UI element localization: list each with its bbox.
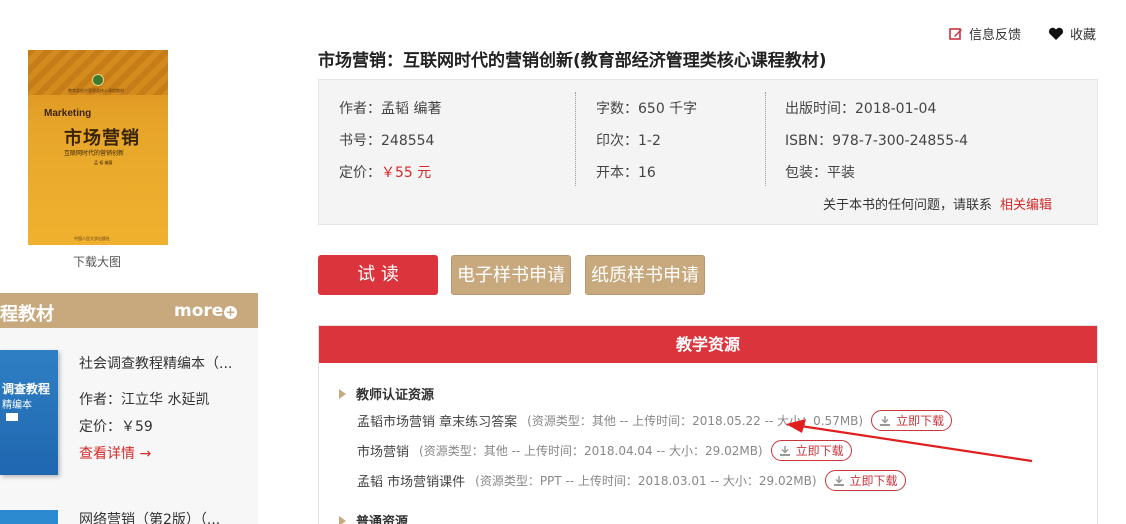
price-value: ￥55 元 bbox=[381, 165, 432, 181]
sidebar-cover-subtext: 精编本 bbox=[2, 400, 32, 411]
sidebar-book-title[interactable]: 社会调查教程精编本（... bbox=[79, 353, 232, 373]
download-label: 立即下载 bbox=[849, 474, 898, 488]
resource-name: 孟韬 市场营销课件 bbox=[357, 475, 466, 490]
more-link[interactable]: more bbox=[174, 301, 223, 321]
ebook-request-button[interactable]: 电子样书申请 bbox=[451, 255, 571, 295]
resource-item: 孟韬 市场营销课件 (资源类型：PPT -- 上传时间：2018.03.01 -… bbox=[357, 470, 906, 491]
download-icon bbox=[833, 475, 844, 486]
cover-subtitle: 互联网时代的营销创新 bbox=[64, 150, 125, 157]
section-label: 教师认证资源 bbox=[356, 388, 435, 403]
sidebar-book-cover[interactable]: 调查教程 精编本 bbox=[0, 350, 58, 475]
cover-publisher: 中国人民大学出版社 bbox=[74, 236, 110, 241]
book-info-panel: 作者：孟韬 编著 书号：248554 定价：￥55 元 字数：650 千字 印次… bbox=[318, 79, 1098, 225]
annotation-arrow-icon bbox=[786, 419, 1033, 463]
divider bbox=[765, 92, 766, 186]
book-isbn: ISBN：978-7-300-24855-4 bbox=[785, 133, 969, 149]
price-label: 定价： bbox=[339, 165, 381, 181]
feedback-label: 信息反馈 bbox=[969, 28, 1022, 43]
book-word-count: 字数：650 千字 bbox=[596, 101, 698, 117]
resources-heading: 教学资源 bbox=[319, 326, 1097, 363]
book-binding: 包装：平装 bbox=[785, 165, 855, 181]
cover-english-title: Marketing bbox=[44, 108, 92, 119]
book-number: 书号：248554 bbox=[339, 133, 435, 149]
cover-badge bbox=[6, 413, 18, 421]
contact-line: 关于本书的任何问题，请联系 相关编辑 bbox=[823, 194, 1052, 213]
book-format: 开本：16 bbox=[596, 165, 656, 181]
resource-meta: (资源类型：PPT -- 上传时间：2018.03.01 -- 大小：29.02… bbox=[475, 474, 817, 488]
plus-circle-icon[interactable]: + bbox=[224, 306, 237, 319]
triangle-right-icon bbox=[339, 388, 346, 399]
edit-icon bbox=[949, 27, 962, 40]
resource-item: 市场营销 (资源类型：其他 -- 上传时间：2018.04.04 -- 大小：2… bbox=[357, 440, 852, 461]
sidebar-book-author: 作者：江立华 水延凯 bbox=[79, 392, 210, 408]
sidebar-book-price: 定价：￥59 bbox=[79, 419, 153, 435]
contact-text: 关于本书的任何问题，请联系 bbox=[823, 198, 993, 213]
sidebar-book-cover[interactable] bbox=[0, 510, 58, 524]
book-author: 作者：孟韬 编著 bbox=[339, 101, 442, 117]
sidebar-book-title[interactable]: 网络营销（第2版）（... bbox=[79, 509, 220, 524]
download-button[interactable]: 立即下载 bbox=[824, 470, 906, 491]
section-general-resources[interactable]: 普通资源 bbox=[339, 511, 408, 524]
cover-title: 市场营销 bbox=[64, 128, 140, 149]
resource-name: 市场营销 bbox=[357, 445, 410, 460]
section-label: 普通资源 bbox=[356, 515, 409, 524]
read-button[interactable]: 试 读 bbox=[318, 255, 438, 295]
book-printing: 印次：1-2 bbox=[596, 133, 661, 149]
cover-seal-icon bbox=[92, 74, 104, 86]
sidebar-header: 程教材 more + bbox=[0, 293, 258, 328]
book-pub-date: 出版时间：2018-01-04 bbox=[785, 101, 937, 117]
favorite-label: 收藏 bbox=[1070, 28, 1097, 43]
section-teacher-resources[interactable]: 教师认证资源 bbox=[339, 384, 434, 403]
view-details-link[interactable]: 查看详情 → bbox=[79, 443, 151, 463]
download-large-image-link[interactable]: 下载大图 bbox=[73, 253, 121, 270]
paper-request-button[interactable]: 纸质样书申请 bbox=[585, 255, 705, 295]
triangle-right-icon bbox=[339, 515, 346, 524]
heart-icon bbox=[1048, 27, 1064, 40]
sidebar-heading: 程教材 bbox=[0, 304, 54, 325]
book-cover-image[interactable]: 教育部经济管理类核心课程教材 Marketing 市场营销 互联网时代的营销创新… bbox=[28, 50, 168, 245]
cover-series: 教育部经济管理类核心课程教材 bbox=[68, 88, 124, 93]
page-title: 市场营销：互联网时代的营销创新(教育部经济管理类核心课程教材) bbox=[318, 51, 827, 71]
book-price: 定价：￥55 元 bbox=[339, 162, 431, 182]
favorite-link[interactable]: 收藏 bbox=[1048, 24, 1096, 43]
contact-editor-link[interactable]: 相关编辑 bbox=[1000, 198, 1052, 213]
sidebar-cover-text: 调查教程 bbox=[2, 382, 51, 396]
feedback-link[interactable]: 信息反馈 bbox=[949, 24, 1021, 43]
divider bbox=[575, 92, 576, 186]
cover-author: 孟 韬 编著 bbox=[94, 160, 113, 165]
resource-meta: (资源类型：其他 -- 上传时间：2018.04.04 -- 大小：29.02M… bbox=[419, 444, 763, 458]
resource-name: 孟韬市场营销 章末练习答案 bbox=[357, 415, 518, 430]
